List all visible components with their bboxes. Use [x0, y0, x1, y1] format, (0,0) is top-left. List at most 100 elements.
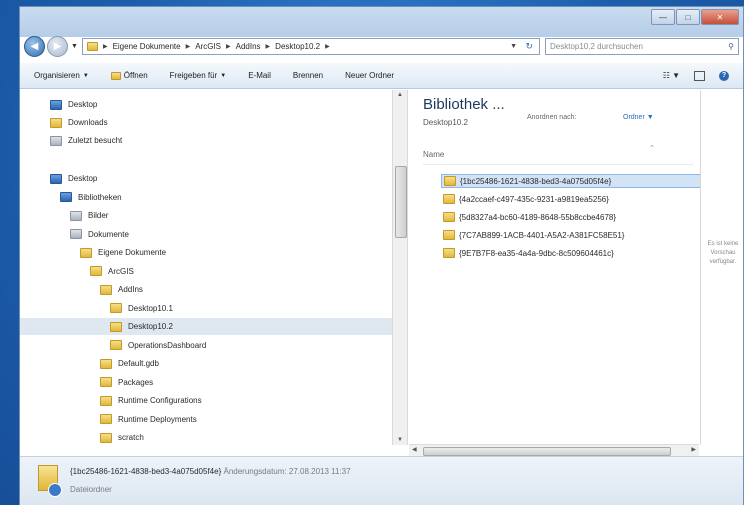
- breadcrumb-item[interactable]: Eigene Dokumente: [113, 42, 181, 51]
- breadcrumb-item[interactable]: AddIns: [236, 42, 261, 51]
- folder-icon: [80, 247, 92, 258]
- organize-button[interactable]: Organisieren ▼: [34, 71, 89, 80]
- arrange-by-label: Anordnen nach:: [527, 114, 577, 121]
- folder-icon: [100, 284, 112, 295]
- documents-icon: [70, 229, 82, 239]
- folder-icon: [443, 194, 455, 204]
- back-button[interactable]: ◀: [24, 35, 45, 57]
- sidebar-item-label: Desktop: [68, 100, 98, 109]
- tree-item[interactable]: OperationsDashboard: [110, 337, 206, 354]
- chevron-right-icon[interactable]: ▶: [266, 43, 271, 50]
- horizontal-scroll-thumb[interactable]: [423, 447, 671, 456]
- folder-icon: [90, 266, 102, 276]
- scroll-right-icon[interactable]: ▶: [691, 446, 696, 453]
- chevron-right-icon[interactable]: ▶: [186, 43, 191, 50]
- file-list-item[interactable]: {7C7AB899-1ACB-4401-A5A2-A381FC58E51}: [441, 228, 701, 242]
- email-button[interactable]: E-Mail: [248, 71, 271, 80]
- scroll-down-icon[interactable]: ▼: [397, 437, 403, 443]
- chevron-right-icon[interactable]: ▶: [226, 43, 231, 50]
- scroll-up-icon[interactable]: ▲: [397, 92, 403, 98]
- chevron-right-icon[interactable]: ▶: [325, 43, 330, 50]
- folder-icon: [100, 414, 112, 424]
- details-type: Dateiordner: [70, 485, 112, 494]
- tree-item[interactable]: Packages: [100, 374, 153, 391]
- search-input[interactable]: Desktop10.2 durchsuchen ⚲: [545, 37, 739, 55]
- file-list-item[interactable]: {5d8327a4-bc60-4189-8648-55b8ccbe4678}: [441, 210, 701, 224]
- modified-value: 27.08.2013 11:37: [288, 467, 351, 476]
- folder-icon: [110, 321, 122, 332]
- tree-item[interactable]: Bilder: [70, 207, 108, 224]
- modified-label: Änderungsdatum:: [223, 467, 287, 476]
- tree-item[interactable]: Runtime Deployments: [100, 411, 197, 428]
- details-pane: {1bc25486-1621-4838-bed3-4a075d05f4e} Än…: [20, 456, 743, 505]
- toolbar-right: ☷ ▼ ?: [663, 70, 729, 81]
- search-icon[interactable]: ⚲: [728, 42, 734, 51]
- burn-button[interactable]: Brennen: [293, 71, 323, 80]
- sidebar-favorite-item[interactable]: Zuletzt besucht: [50, 132, 122, 149]
- folder-icon: [110, 303, 122, 313]
- navigation-scrollbar[interactable]: ▲ ▼: [392, 90, 408, 445]
- library-subtitle: Desktop10.2: [423, 118, 468, 127]
- scroll-left-icon[interactable]: ◀: [412, 446, 417, 453]
- open-button[interactable]: Öffnen: [110, 71, 148, 80]
- folder-icon: [110, 340, 122, 350]
- column-header-name[interactable]: Name ⌃: [423, 145, 693, 165]
- help-icon[interactable]: ?: [719, 70, 729, 81]
- new-folder-button[interactable]: Neuer Ordner: [345, 71, 394, 80]
- folder-icon: [443, 212, 455, 222]
- tree-item-label: Eigene Dokumente: [98, 248, 167, 257]
- tree-item[interactable]: ArcGIS: [90, 263, 134, 280]
- tree-item[interactable]: Bibliotheken: [60, 189, 122, 206]
- tree-item[interactable]: Runtime Configurations: [100, 392, 202, 409]
- folder-icon: [100, 432, 112, 443]
- explorer-window: — □ ✕ ◀ ▶ ▼ ▶ Eigene Dokumente ▶ ArcGIS …: [19, 6, 744, 505]
- close-button[interactable]: ✕: [701, 9, 739, 25]
- tree-item[interactable]: Desktop10.2: [20, 318, 392, 335]
- tree-item[interactable]: scratch: [100, 429, 144, 445]
- minimize-button[interactable]: —: [651, 9, 675, 25]
- preview-pane: Es ist keine Vorschau verfügbar.: [700, 90, 744, 445]
- sidebar-favorite-item[interactable]: Downloads: [50, 114, 108, 131]
- refresh-icon[interactable]: ↻: [525, 41, 533, 52]
- sidebar-favorite-item[interactable]: Desktop: [50, 96, 97, 113]
- tree-item[interactable]: Dokumente: [70, 226, 129, 243]
- scroll-thumb[interactable]: [395, 166, 407, 238]
- folder-icon: [443, 248, 455, 258]
- downloads-icon: [50, 117, 62, 128]
- preview-pane-icon[interactable]: [694, 70, 705, 81]
- tree-item-label: Desktop: [68, 174, 98, 183]
- file-list-item[interactable]: {4a2ccaef-c497-435c-9231-a9819ea5256}: [441, 192, 701, 206]
- shortcut-badge-icon: [48, 483, 62, 497]
- chevron-right-icon[interactable]: ▶: [103, 43, 108, 50]
- share-button[interactable]: Freigeben für ▼: [170, 71, 227, 80]
- breadcrumb-item[interactable]: ArcGIS: [195, 42, 221, 51]
- pictures-icon: [70, 210, 82, 221]
- tree-item[interactable]: AddIns: [100, 281, 143, 298]
- tree-item-label: Desktop10.2: [128, 322, 173, 331]
- address-bar[interactable]: ▶ Eigene Dokumente ▶ ArcGIS ▶ AddIns ▶ D…: [81, 37, 540, 55]
- details-name: {1bc25486-1621-4838-bed3-4a075d05f4e} Än…: [70, 467, 351, 476]
- search-placeholder: Desktop10.2 durchsuchen: [550, 41, 643, 51]
- tree-item[interactable]: Desktop10.1: [110, 300, 173, 317]
- forward-button[interactable]: ▶: [47, 35, 68, 57]
- chevron-down-icon: ▼: [220, 72, 227, 79]
- recent-pages-dropdown[interactable]: ▼: [71, 43, 78, 50]
- tree-item-label: Packages: [118, 377, 154, 387]
- desktop-icon: [50, 99, 62, 110]
- folder-icon: [86, 41, 98, 51]
- tree-item[interactable]: Default.gdb: [100, 355, 159, 372]
- recent-places-icon: [50, 135, 62, 146]
- navigation-row: ◀ ▶ ▼ ▶ Eigene Dokumente ▶ ArcGIS ▶ AddI…: [24, 35, 739, 57]
- maximize-button[interactable]: □: [676, 9, 700, 25]
- sort-chevron-icon: ⌃: [649, 145, 655, 152]
- arrange-by-dropdown[interactable]: Ordner ▼: [623, 114, 654, 121]
- file-list-item[interactable]: {1bc25486-1621-4838-bed3-4a075d05f4e}: [441, 174, 701, 188]
- file-list-item[interactable]: {9E7B7F8-ea35-4a4a-9dbc-8c509604461c}: [441, 246, 701, 260]
- view-options-icon[interactable]: ☷ ▼: [663, 71, 680, 80]
- breadcrumb-item[interactable]: Desktop10.2: [275, 42, 320, 51]
- address-dropdown-icon[interactable]: ▼: [510, 43, 517, 50]
- folder-icon: [100, 377, 112, 387]
- tree-item[interactable]: Eigene Dokumente: [80, 244, 166, 261]
- tree-item-label: Dokumente: [88, 229, 129, 239]
- tree-item[interactable]: Desktop: [50, 170, 97, 187]
